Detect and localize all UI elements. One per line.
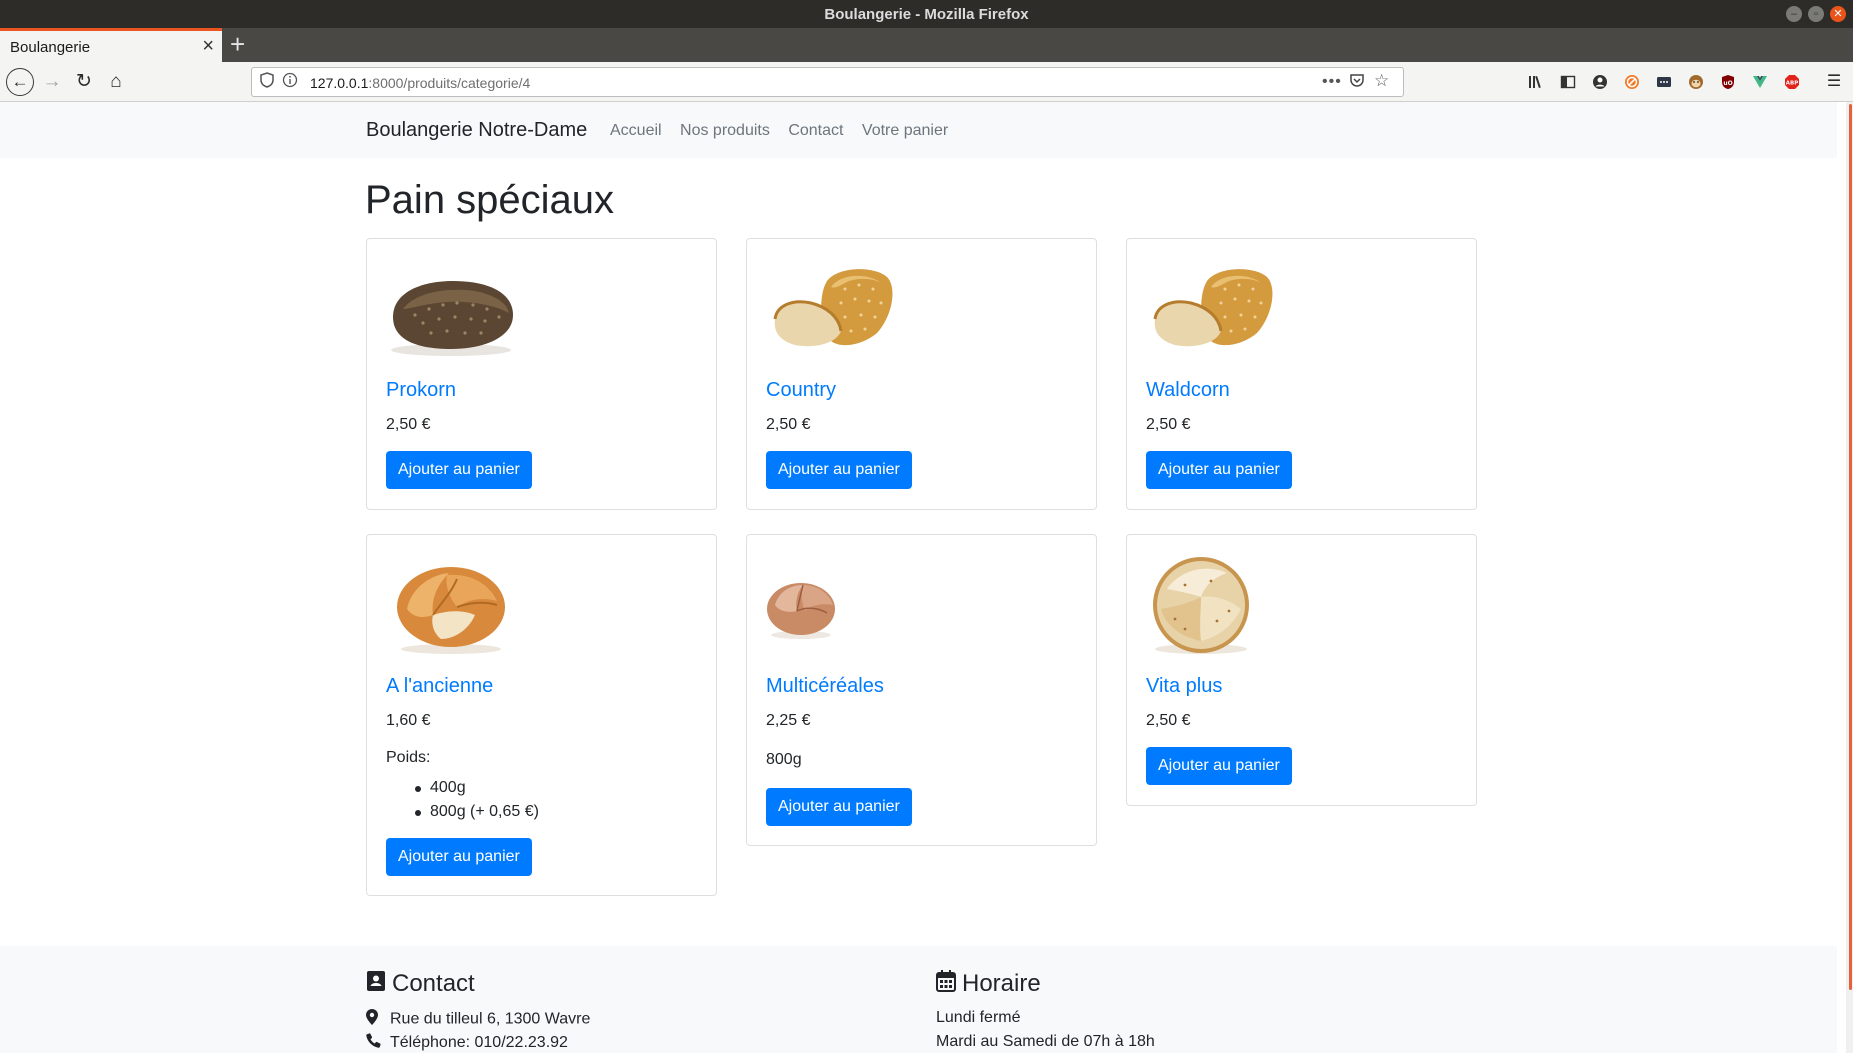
info-icon[interactable] xyxy=(282,72,298,91)
pocket-icon[interactable] xyxy=(1349,72,1365,91)
product-price: 2,50 € xyxy=(1146,416,1191,433)
product-card: A l'ancienne 1,60 € Poids: 400g 800g (+ … xyxy=(366,534,717,896)
nav-link-votre-panier[interactable]: Votre panier xyxy=(862,122,948,139)
product-card: Vita plus 2,50 € Ajouter au panier xyxy=(1126,534,1477,806)
window-titlebar: Boulangerie - Mozilla Firefox – ▫ ✕ xyxy=(0,0,1853,28)
page-actions-icon[interactable]: ••• xyxy=(1322,73,1342,91)
add-to-cart-button[interactable]: Ajouter au panier xyxy=(766,451,912,489)
product-name-link[interactable]: Country xyxy=(766,379,836,402)
menu-hamburger-icon[interactable]: ☰ xyxy=(1826,74,1842,90)
phone-line: Téléphone: 010/22.23.92 xyxy=(366,1033,568,1053)
site-navbar: Boulangerie Notre-Dame Accueil Nos produ… xyxy=(0,102,1837,158)
hours-line: Mardi au Samedi de 07h à 18h xyxy=(936,1033,1155,1050)
tab-title: Boulangerie xyxy=(10,39,91,56)
product-name-link[interactable]: Waldcorn xyxy=(1146,379,1230,402)
product-image-a-lancienne[interactable] xyxy=(385,549,517,659)
ublock-icon[interactable]: uO xyxy=(1720,74,1736,90)
shield-icon[interactable] xyxy=(260,72,274,91)
hours-line: Lundi fermé xyxy=(936,1009,1021,1026)
product-name-link[interactable]: A l'ancienne xyxy=(386,675,493,698)
hours-title: Horaire xyxy=(962,970,1041,997)
product-name-link[interactable]: Vita plus xyxy=(1146,675,1222,698)
nav-link-nos-produits[interactable]: Nos produits xyxy=(680,122,770,139)
product-card: Multicéréales 2,25 € 800g Ajouter au pan… xyxy=(746,534,1097,846)
browser-toolbar: ← → ↻ ⌂ 127.0.0.1:8000/produits/categori… xyxy=(0,62,1853,102)
svg-text:uO: uO xyxy=(1723,80,1732,87)
calendar-icon xyxy=(936,970,956,999)
weight-option: 400g xyxy=(412,779,539,803)
page-scrollbar-thumb[interactable] xyxy=(1849,104,1852,990)
block-extension-icon[interactable] xyxy=(1624,74,1640,90)
url-host: 127.0.0.1 xyxy=(310,75,369,91)
phone-text: Téléphone: 010/22.23.92 xyxy=(390,1034,568,1052)
nav-link-contact[interactable]: Contact xyxy=(788,122,843,139)
product-name-link[interactable]: Prokorn xyxy=(386,379,456,402)
minimize-icon[interactable]: – xyxy=(1786,6,1802,22)
nav-links: Accueil Nos produits Contact Votre panie… xyxy=(610,122,962,140)
add-to-cart-button[interactable]: Ajouter au panier xyxy=(1146,451,1292,489)
product-image-country[interactable] xyxy=(765,253,897,363)
add-to-cart-button[interactable]: Ajouter au panier xyxy=(766,788,912,826)
product-price: 2,50 € xyxy=(1146,712,1191,729)
bookmark-star-icon[interactable]: ☆ xyxy=(1374,71,1389,91)
add-to-cart-button[interactable]: Ajouter au panier xyxy=(1146,747,1292,785)
svg-text:ABP: ABP xyxy=(1786,81,1798,87)
address-text: Rue du tilleul 6, 1300 Wavre xyxy=(390,1010,591,1028)
address-bar[interactable]: 127.0.0.1:8000/produits/categorie/4 ••• … xyxy=(251,67,1404,97)
site-footer: Contact Rue du tilleul 6, 1300 Wavre Tél… xyxy=(0,946,1837,1053)
monkey-extension-icon[interactable] xyxy=(1688,74,1704,90)
product-image-multicereales[interactable] xyxy=(765,549,897,659)
product-card: Waldcorn 2,50 € Ajouter au panier xyxy=(1126,238,1477,510)
back-arrow-icon[interactable]: ← xyxy=(6,68,34,96)
navbar-brand[interactable]: Boulangerie Notre-Dame xyxy=(366,119,587,142)
new-tab-icon[interactable]: + xyxy=(230,29,245,60)
close-window-icon[interactable]: ✕ xyxy=(1830,6,1846,22)
account-icon[interactable] xyxy=(1592,74,1608,90)
url-path: :8000/produits/categorie/4 xyxy=(368,75,531,91)
product-weight: 800g xyxy=(766,751,802,768)
maximize-icon[interactable]: ▫ xyxy=(1808,6,1824,22)
address-line: Rue du tilleul 6, 1300 Wavre xyxy=(366,1009,590,1030)
window-title: Boulangerie - Mozilla Firefox xyxy=(824,6,1029,23)
product-name-link[interactable]: Multicéréales xyxy=(766,675,884,698)
product-card: Country 2,50 € Ajouter au panier xyxy=(746,238,1097,510)
home-icon[interactable]: ⌂ xyxy=(102,68,130,96)
vue-devtools-icon[interactable] xyxy=(1752,74,1768,90)
sidebar-icon[interactable] xyxy=(1560,74,1576,90)
map-marker-icon xyxy=(366,1009,382,1030)
hours-heading: Horaire xyxy=(936,970,1041,999)
tab-strip: Boulangerie × + xyxy=(0,28,1853,62)
contact-title: Contact xyxy=(392,970,475,997)
weight-option: 800g (+ 0,65 €) xyxy=(412,803,539,827)
tab-close-icon[interactable]: × xyxy=(202,35,214,58)
page-title: Pain spéciaux xyxy=(365,178,615,222)
forward-arrow-icon[interactable]: → xyxy=(38,68,66,96)
weight-label: Poids: xyxy=(386,749,431,766)
browser-tab[interactable]: Boulangerie × xyxy=(0,28,222,62)
url-text[interactable]: 127.0.0.1:8000/produits/categorie/4 xyxy=(310,75,530,91)
product-price: 1,60 € xyxy=(386,712,431,729)
product-price: 2,50 € xyxy=(766,416,811,433)
product-card: Prokorn 2,50 € Ajouter au panier xyxy=(366,238,717,510)
product-image-prokorn[interactable] xyxy=(385,253,517,363)
library-icon[interactable] xyxy=(1528,74,1544,90)
phone-icon xyxy=(366,1033,382,1053)
product-price: 2,25 € xyxy=(766,712,811,729)
product-image-waldcorn[interactable] xyxy=(1145,253,1277,363)
reload-icon[interactable]: ↻ xyxy=(70,68,98,96)
add-to-cart-button[interactable]: Ajouter au panier xyxy=(386,838,532,876)
product-image-vita-plus[interactable] xyxy=(1145,549,1277,659)
adblock-plus-icon[interactable]: ABP xyxy=(1784,74,1800,90)
weight-options-list: 400g 800g (+ 0,65 €) xyxy=(412,779,539,827)
add-to-cart-button[interactable]: Ajouter au panier xyxy=(386,451,532,489)
address-book-icon xyxy=(366,970,386,999)
product-price: 2,50 € xyxy=(386,416,431,433)
nav-link-accueil[interactable]: Accueil xyxy=(610,122,662,139)
contact-heading: Contact xyxy=(366,970,475,999)
password-manager-icon[interactable] xyxy=(1656,74,1672,90)
